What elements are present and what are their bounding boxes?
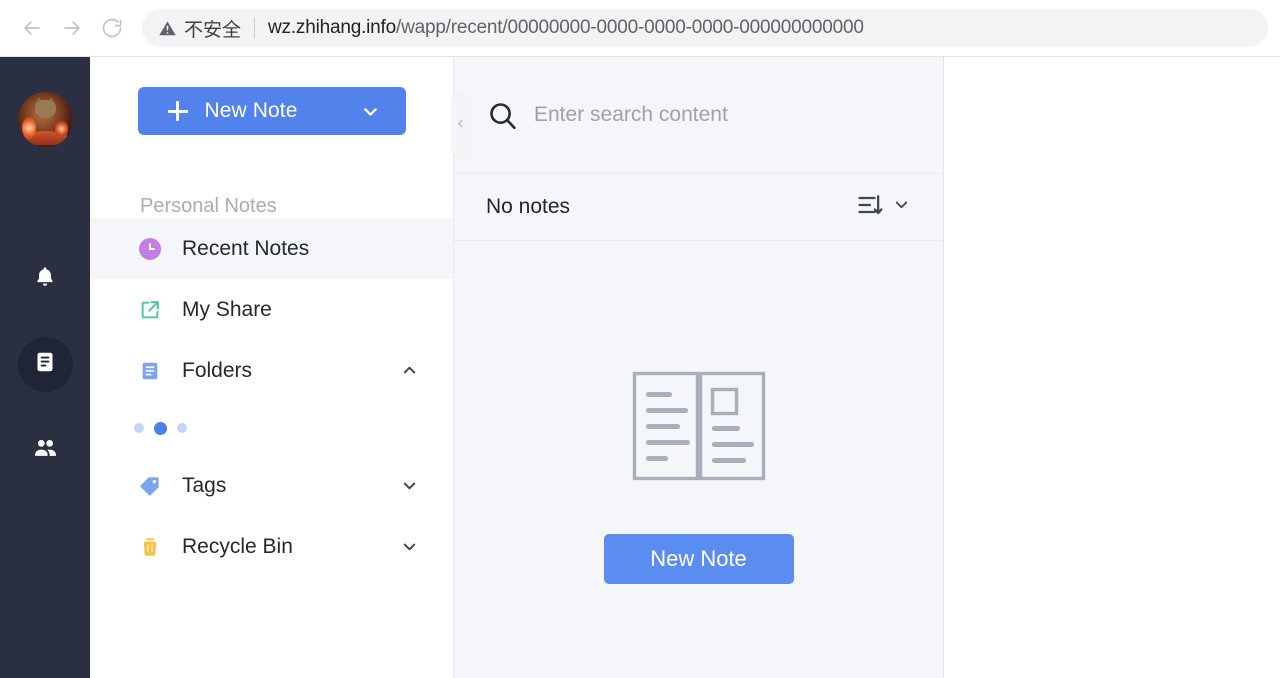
avatar-art (54, 121, 68, 137)
url-host: wz.zhihang.info (268, 17, 396, 38)
icon-rail (0, 57, 90, 678)
note-count-label: No notes (486, 195, 571, 218)
avatar-art (34, 100, 56, 118)
empty-state: New Note (454, 241, 943, 678)
new-note-button-label: New Note (204, 99, 298, 122)
editor-pane (944, 57, 1280, 678)
chevron-down-icon (892, 195, 911, 219)
arrow-left-icon (20, 16, 44, 40)
navigation-panel: New Note Personal Notes Recent Notes My … (90, 57, 469, 678)
trash-icon (138, 535, 162, 559)
share-external-icon (138, 298, 162, 322)
search-bar (454, 57, 943, 174)
sidebar-item-recycle-bin[interactable]: Recycle Bin (90, 516, 453, 577)
search-input[interactable] (534, 103, 864, 127)
sidebar-item-label: Folders (182, 358, 253, 382)
forward-button[interactable] (52, 8, 92, 48)
loading-dot (177, 423, 187, 433)
sidebar-item-recent-notes[interactable]: Recent Notes (90, 218, 453, 279)
chevron-up-icon[interactable] (400, 361, 419, 380)
sidebar-item-tags[interactable]: Tags (90, 455, 453, 516)
sidebar-item-label: Recycle Bin (182, 534, 293, 558)
sidebar-item-label: Tags (182, 473, 227, 497)
loading-dot (134, 423, 144, 433)
chevron-down-icon[interactable] (400, 537, 419, 556)
omnibox-divider (254, 17, 256, 39)
team-icon (33, 435, 58, 465)
sidebar-item-label: My Share (182, 297, 272, 321)
chevron-left-icon (455, 116, 466, 134)
rail-item-notifications[interactable] (18, 252, 73, 307)
avatar-art (21, 117, 36, 139)
new-note-button[interactable]: New Note (137, 87, 406, 135)
sidebar-item-my-share[interactable]: My Share (90, 279, 453, 340)
url-path: /wapp/recent/00000000-0000-0000-0000-000… (395, 17, 864, 38)
sort-control[interactable] (856, 191, 911, 224)
folder-doc-icon (138, 359, 162, 383)
reload-button[interactable] (92, 8, 132, 48)
browser-toolbar: 不安全 wz.zhihang.info/wapp/recent/00000000… (0, 0, 1280, 57)
note-list-header: No notes (454, 174, 943, 241)
avatar[interactable] (17, 92, 73, 147)
bell-icon (33, 265, 57, 294)
search-icon[interactable] (486, 99, 519, 132)
security-status-label: 不安全 (184, 18, 242, 41)
sidebar-item-label: Recent Notes (182, 236, 310, 260)
section-header-personal-notes: Personal Notes (140, 195, 277, 217)
clock-icon (138, 237, 162, 261)
sidebar-item-folders[interactable]: Folders (90, 340, 453, 401)
tag-icon (138, 474, 162, 498)
note-list-panel: No notes (454, 57, 944, 678)
back-button[interactable] (12, 8, 52, 48)
rail-item-team[interactable] (18, 422, 73, 477)
folders-loading-indicator (90, 401, 453, 455)
address-bar[interactable]: 不安全 wz.zhihang.info/wapp/recent/00000000… (142, 9, 1268, 47)
rail-item-notes[interactable] (17, 337, 73, 392)
plus-icon (167, 101, 188, 121)
collapse-sidebar-handle[interactable] (452, 94, 469, 156)
open-book-icon (632, 371, 766, 486)
arrow-right-icon (60, 16, 84, 40)
app-window: New Note Personal Notes Recent Notes My … (0, 57, 1280, 678)
chevron-down-icon[interactable] (400, 476, 419, 495)
loading-dot-active (154, 421, 167, 435)
warning-triangle-icon (158, 19, 177, 38)
note-icon (33, 350, 57, 379)
empty-state-new-note-button[interactable]: New Note (603, 534, 794, 584)
url-display: wz.zhihang.info/wapp/recent/00000000-000… (268, 17, 864, 39)
reload-icon (100, 16, 124, 40)
sort-descending-icon (856, 191, 884, 224)
chevron-down-icon[interactable] (360, 101, 381, 122)
